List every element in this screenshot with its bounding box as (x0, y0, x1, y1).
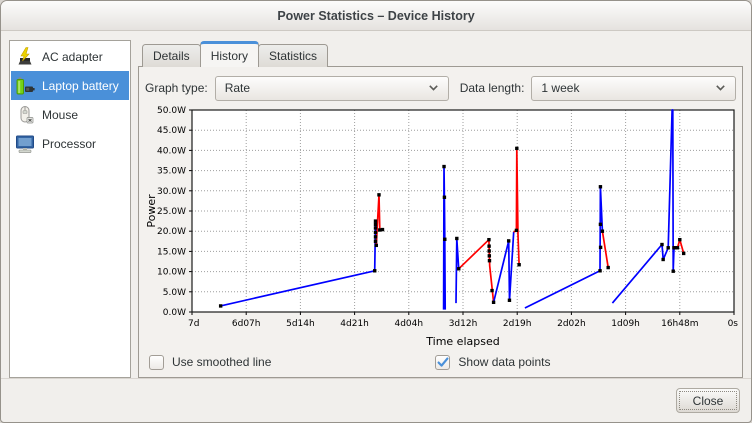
chevron-down-icon (715, 84, 726, 92)
checkbox-label: Show data points (458, 355, 550, 369)
checkbox-box (149, 355, 164, 370)
chevron-down-icon (428, 84, 439, 92)
svg-text:0.0W: 0.0W (163, 308, 186, 318)
graph-controls: Graph type: Rate Data length: 1 week (145, 75, 736, 101)
mouse-icon (14, 104, 36, 126)
dialog-content: AC adapter Laptop battery (9, 40, 743, 378)
graph-type-label: Graph type: (145, 81, 208, 95)
svg-text:40.0W: 40.0W (157, 146, 186, 156)
checkbox-label: Use smoothed line (172, 355, 271, 369)
svg-text:3d12h: 3d12h (449, 319, 478, 329)
svg-text:7d: 7d (188, 319, 199, 329)
svg-text:Power: Power (145, 194, 158, 228)
checkbox-box (435, 355, 450, 370)
svg-text:15.0W: 15.0W (157, 247, 186, 257)
data-length-label: Data length: (460, 81, 525, 95)
svg-text:16h48m: 16h48m (661, 319, 698, 329)
graph-type-value: Rate (225, 81, 428, 95)
tab-label: Details (153, 49, 190, 63)
svg-text:6d07h: 6d07h (232, 319, 261, 329)
device-item-label: Processor (42, 137, 96, 151)
chart-options: Use smoothed line Show data points (149, 351, 739, 373)
titlebar[interactable]: Power Statistics – Device History (1, 1, 751, 31)
device-item-ac-adapter[interactable]: AC adapter (11, 42, 129, 71)
svg-text:2d19h: 2d19h (503, 319, 532, 329)
svg-text:4d04h: 4d04h (394, 319, 423, 329)
notebook: Details History Statistics Graph type: R… (138, 40, 743, 378)
tab-label: Statistics (269, 49, 317, 63)
device-item-processor[interactable]: Processor (11, 129, 129, 158)
svg-text:1d09h: 1d09h (611, 319, 640, 329)
action-area: Close (1, 378, 751, 422)
power-statistics-window: Power Statistics – Device History AC ada… (0, 0, 752, 423)
svg-text:5d14h: 5d14h (286, 319, 315, 329)
tab-label: History (211, 49, 248, 63)
tab-bar: Details History Statistics (138, 40, 743, 67)
svg-text:5.0W: 5.0W (163, 288, 186, 298)
history-chart: 0.0W 5.0W 10.0W 15.0W 20.0W 25.0W 30.0W 35.0W 40… (144, 103, 740, 349)
device-item-label: Laptop battery (42, 79, 119, 93)
device-item-laptop-battery[interactable]: Laptop battery (11, 71, 129, 100)
svg-text:25.0W: 25.0W (157, 207, 186, 217)
laptop-battery-icon (14, 75, 36, 97)
svg-text:0s: 0s (728, 319, 739, 329)
smoothed-line-checkbox[interactable]: Use smoothed line (149, 355, 271, 370)
window-title: Power Statistics – Device History (277, 9, 474, 23)
svg-text:50.0W: 50.0W (157, 106, 186, 116)
data-length-select[interactable]: 1 week (531, 76, 736, 101)
show-data-points-checkbox[interactable]: Show data points (435, 355, 550, 370)
history-page: Graph type: Rate Data length: 1 week (138, 66, 743, 378)
svg-text:10.0W: 10.0W (157, 268, 186, 278)
tab-details[interactable]: Details (142, 44, 201, 67)
device-item-mouse[interactable]: Mouse (11, 100, 129, 129)
processor-icon (14, 133, 36, 155)
ac-adapter-icon (14, 46, 36, 68)
svg-text:Time elapsed: Time elapsed (425, 335, 499, 348)
check-icon (437, 357, 449, 368)
svg-text:45.0W: 45.0W (157, 126, 186, 136)
svg-text:30.0W: 30.0W (157, 187, 186, 197)
device-item-label: Mouse (42, 108, 78, 122)
tab-history[interactable]: History (200, 41, 259, 67)
device-item-label: AC adapter (42, 50, 103, 64)
data-length-value: 1 week (541, 81, 715, 95)
svg-text:20.0W: 20.0W (157, 227, 186, 237)
graph-type-select[interactable]: Rate (215, 76, 449, 101)
device-list: AC adapter Laptop battery (9, 40, 131, 378)
svg-text:2d02h: 2d02h (557, 319, 586, 329)
tab-statistics[interactable]: Statistics (258, 44, 328, 67)
close-button[interactable]: Close (676, 388, 740, 413)
svg-text:4d21h: 4d21h (340, 319, 369, 329)
svg-text:35.0W: 35.0W (157, 167, 186, 177)
